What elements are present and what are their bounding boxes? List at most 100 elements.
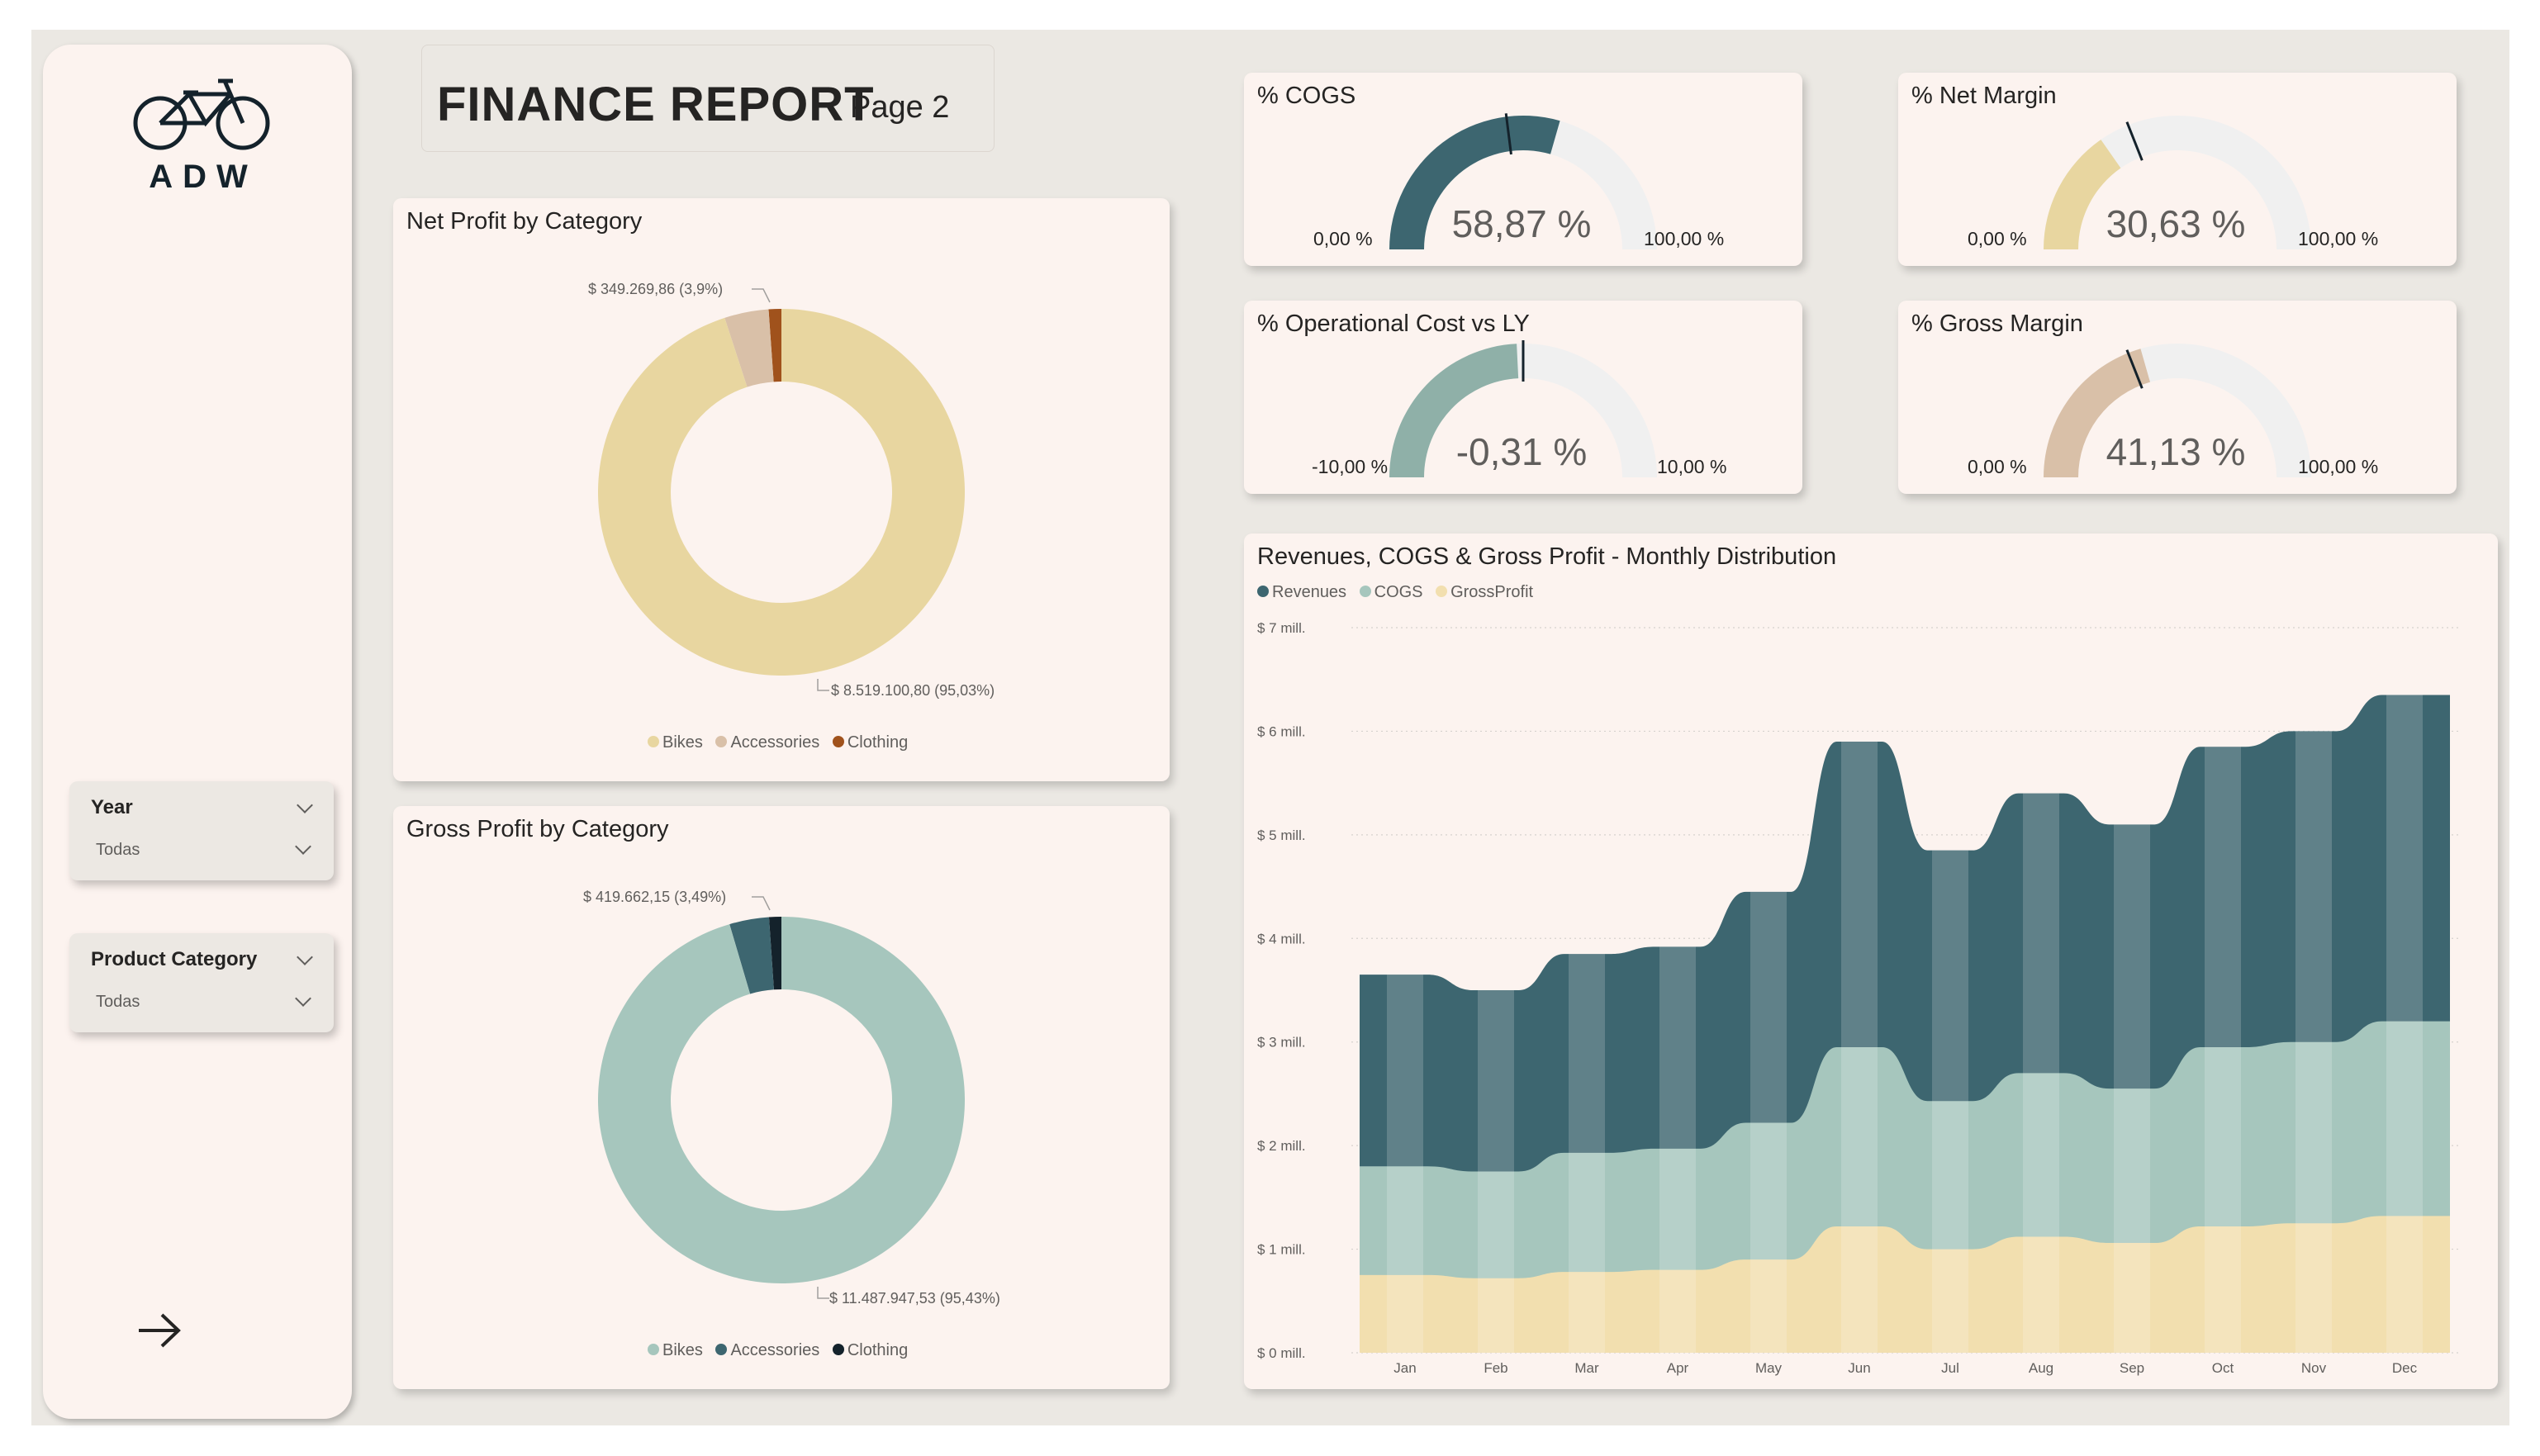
year-slicer[interactable]: Year Todas xyxy=(69,781,334,880)
chevron-down-icon[interactable] xyxy=(295,990,311,1007)
sidebar: ADW Year Todas Product Category Todas xyxy=(43,45,352,1419)
net-profit-donut xyxy=(598,288,965,691)
page-title: FINANCE REPORT xyxy=(437,78,875,131)
logo: ADW xyxy=(127,69,276,202)
gauge-card-net-margin: % Net Margin 0,00 % 100,00 % 30,63 % xyxy=(1898,73,2457,266)
month-bar-cogs[interactable] xyxy=(1750,1122,1787,1260)
month-bar-cogs[interactable] xyxy=(1932,1101,1968,1250)
year-slicer-label: Year xyxy=(91,796,133,818)
legend-label: Bikes xyxy=(662,1341,703,1359)
gauge-value: 58,87 % xyxy=(1451,202,1592,245)
gross-profit-legend: Bikes Accessories Clothing xyxy=(648,1341,916,1360)
month-bar-grossprofit[interactable] xyxy=(1387,1274,1423,1353)
month-bar-grossprofit[interactable] xyxy=(2114,1243,2150,1353)
net-profit-card: Net Profit by Category $ 349.269,86 (3,9… xyxy=(393,198,1170,781)
x-tick-label: May xyxy=(1755,1360,1783,1376)
month-bar-grossprofit[interactable] xyxy=(2386,1216,2423,1353)
gauge-max-label: 100,00 % xyxy=(2298,228,2379,249)
legend-label: Clothing xyxy=(847,1341,909,1359)
donut-slice-bikes[interactable] xyxy=(598,309,965,676)
legend-dot-clothing xyxy=(832,1343,844,1355)
data-label-bikes: $ 8.519.100,80 (95,03%) xyxy=(831,682,995,699)
leader-line xyxy=(817,1287,829,1299)
chevron-down-icon[interactable] xyxy=(297,949,313,965)
chevron-down-icon[interactable] xyxy=(295,838,311,855)
month-bar-grossprofit[interactable] xyxy=(2295,1223,2332,1353)
legend-dot-bikes xyxy=(648,1343,659,1355)
month-bar-revenues[interactable] xyxy=(1659,946,1696,1149)
y-tick-label: $ 3 mill. xyxy=(1257,1035,1306,1051)
gauge-card-operational-cost: % Operational Cost vs LY -10,00 % 10,00 … xyxy=(1244,301,1802,494)
month-bar-cogs[interactable] xyxy=(2023,1073,2059,1237)
x-tick-label: Feb xyxy=(1484,1360,1507,1376)
month-bar-revenues[interactable] xyxy=(2205,747,2241,1047)
month-bar-cogs[interactable] xyxy=(2295,1041,2332,1224)
month-bar-revenues[interactable] xyxy=(1841,741,1878,1047)
product-category-slicer-value: Todas xyxy=(96,993,140,1011)
data-label-accessories: $ 349.269,86 (3,9%) xyxy=(588,281,724,297)
month-bar-grossprofit[interactable] xyxy=(2205,1226,2241,1353)
month-bar-revenues[interactable] xyxy=(2023,793,2059,1074)
legend-dot-bikes xyxy=(648,735,659,747)
chevron-down-icon[interactable] xyxy=(297,797,313,813)
month-bar-revenues[interactable] xyxy=(1750,891,1787,1123)
month-bar-revenues[interactable] xyxy=(2386,695,2423,1022)
month-bar-revenues[interactable] xyxy=(2114,824,2150,1089)
arrow-right-icon[interactable] xyxy=(135,1310,185,1351)
y-tick-label: $ 5 mill. xyxy=(1257,828,1306,843)
x-tick-label: Aug xyxy=(2029,1360,2053,1376)
legend-label: Accessories xyxy=(730,733,820,752)
gauge-value: -0,31 % xyxy=(1455,430,1588,473)
month-bar-cogs[interactable] xyxy=(1841,1046,1878,1226)
bicycle-icon xyxy=(133,78,270,150)
gross-profit-donut xyxy=(598,896,965,1299)
month-bar-grossprofit[interactable] xyxy=(2023,1236,2059,1353)
x-tick-label: Sep xyxy=(2120,1360,2144,1376)
month-bar-grossprofit[interactable] xyxy=(1932,1249,1968,1353)
donut-slice-bikes[interactable] xyxy=(598,917,965,1283)
legend-dot-accessories xyxy=(715,1343,728,1355)
leader-line xyxy=(817,679,829,691)
gauge-max-label: 100,00 % xyxy=(2298,456,2379,477)
net-profit-legend: Bikes Accessories Clothing xyxy=(648,733,916,752)
y-tick-label: $ 4 mill. xyxy=(1257,931,1306,946)
x-tick-label: Jun xyxy=(1848,1360,1870,1376)
month-bar-grossprofit[interactable] xyxy=(1659,1269,1696,1353)
month-bar-cogs[interactable] xyxy=(2114,1088,2150,1244)
month-bar-cogs[interactable] xyxy=(1478,1171,1514,1278)
month-bar-cogs[interactable] xyxy=(2386,1021,2423,1216)
month-bar-cogs[interactable] xyxy=(2205,1046,2241,1226)
month-bar-cogs[interactable] xyxy=(1569,1152,1605,1273)
month-bar-grossprofit[interactable] xyxy=(1841,1226,1878,1353)
month-bar-grossprofit[interactable] xyxy=(1569,1272,1605,1353)
month-bar-grossprofit[interactable] xyxy=(1750,1259,1787,1353)
x-tick-label: Mar xyxy=(1574,1360,1599,1376)
monthly-distribution-card: Revenues, COGS & Gross Profit - Monthly … xyxy=(1244,534,2498,1389)
month-bar-revenues[interactable] xyxy=(1478,990,1514,1172)
gauge-min-label: 0,00 % xyxy=(1968,456,2027,477)
x-tick-label: Apr xyxy=(1667,1360,1689,1376)
y-tick-label: $ 7 mill. xyxy=(1257,620,1306,636)
month-bar-revenues[interactable] xyxy=(1569,954,1605,1153)
x-tick-label: Nov xyxy=(2301,1360,2327,1376)
x-tick-label: Oct xyxy=(2212,1360,2234,1376)
x-tick-label: Jan xyxy=(1393,1360,1416,1376)
product-category-slicer-label: Product Category xyxy=(91,948,258,970)
report-canvas: ADW Year Todas Product Category Todas FI… xyxy=(31,30,2509,1425)
month-bar-revenues[interactable] xyxy=(1932,850,1968,1102)
month-bar-cogs[interactable] xyxy=(1659,1148,1696,1270)
gauge-min-label: 0,00 % xyxy=(1313,228,1373,249)
leader-line xyxy=(752,288,771,303)
month-bar-grossprofit[interactable] xyxy=(1478,1278,1514,1353)
data-label-bikes: $ 11.487.947,53 (95,43%) xyxy=(829,1290,1000,1307)
report-title-box: FINANCE REPORT Page 2 xyxy=(421,45,995,152)
month-bar-revenues[interactable] xyxy=(2295,731,2332,1042)
gauge-card-cogs: % COGS 0,00 % 100,00 % 58,87 % xyxy=(1244,73,1802,266)
gauge-min-label: -10,00 % xyxy=(1312,456,1389,477)
legend-label: Bikes xyxy=(662,733,703,752)
month-bar-cogs[interactable] xyxy=(1387,1166,1423,1275)
month-bar-revenues[interactable] xyxy=(1387,975,1423,1167)
legend-label: Clothing xyxy=(847,733,909,752)
y-tick-label: $ 1 mill. xyxy=(1257,1242,1306,1258)
product-category-slicer[interactable]: Product Category Todas xyxy=(69,933,334,1032)
